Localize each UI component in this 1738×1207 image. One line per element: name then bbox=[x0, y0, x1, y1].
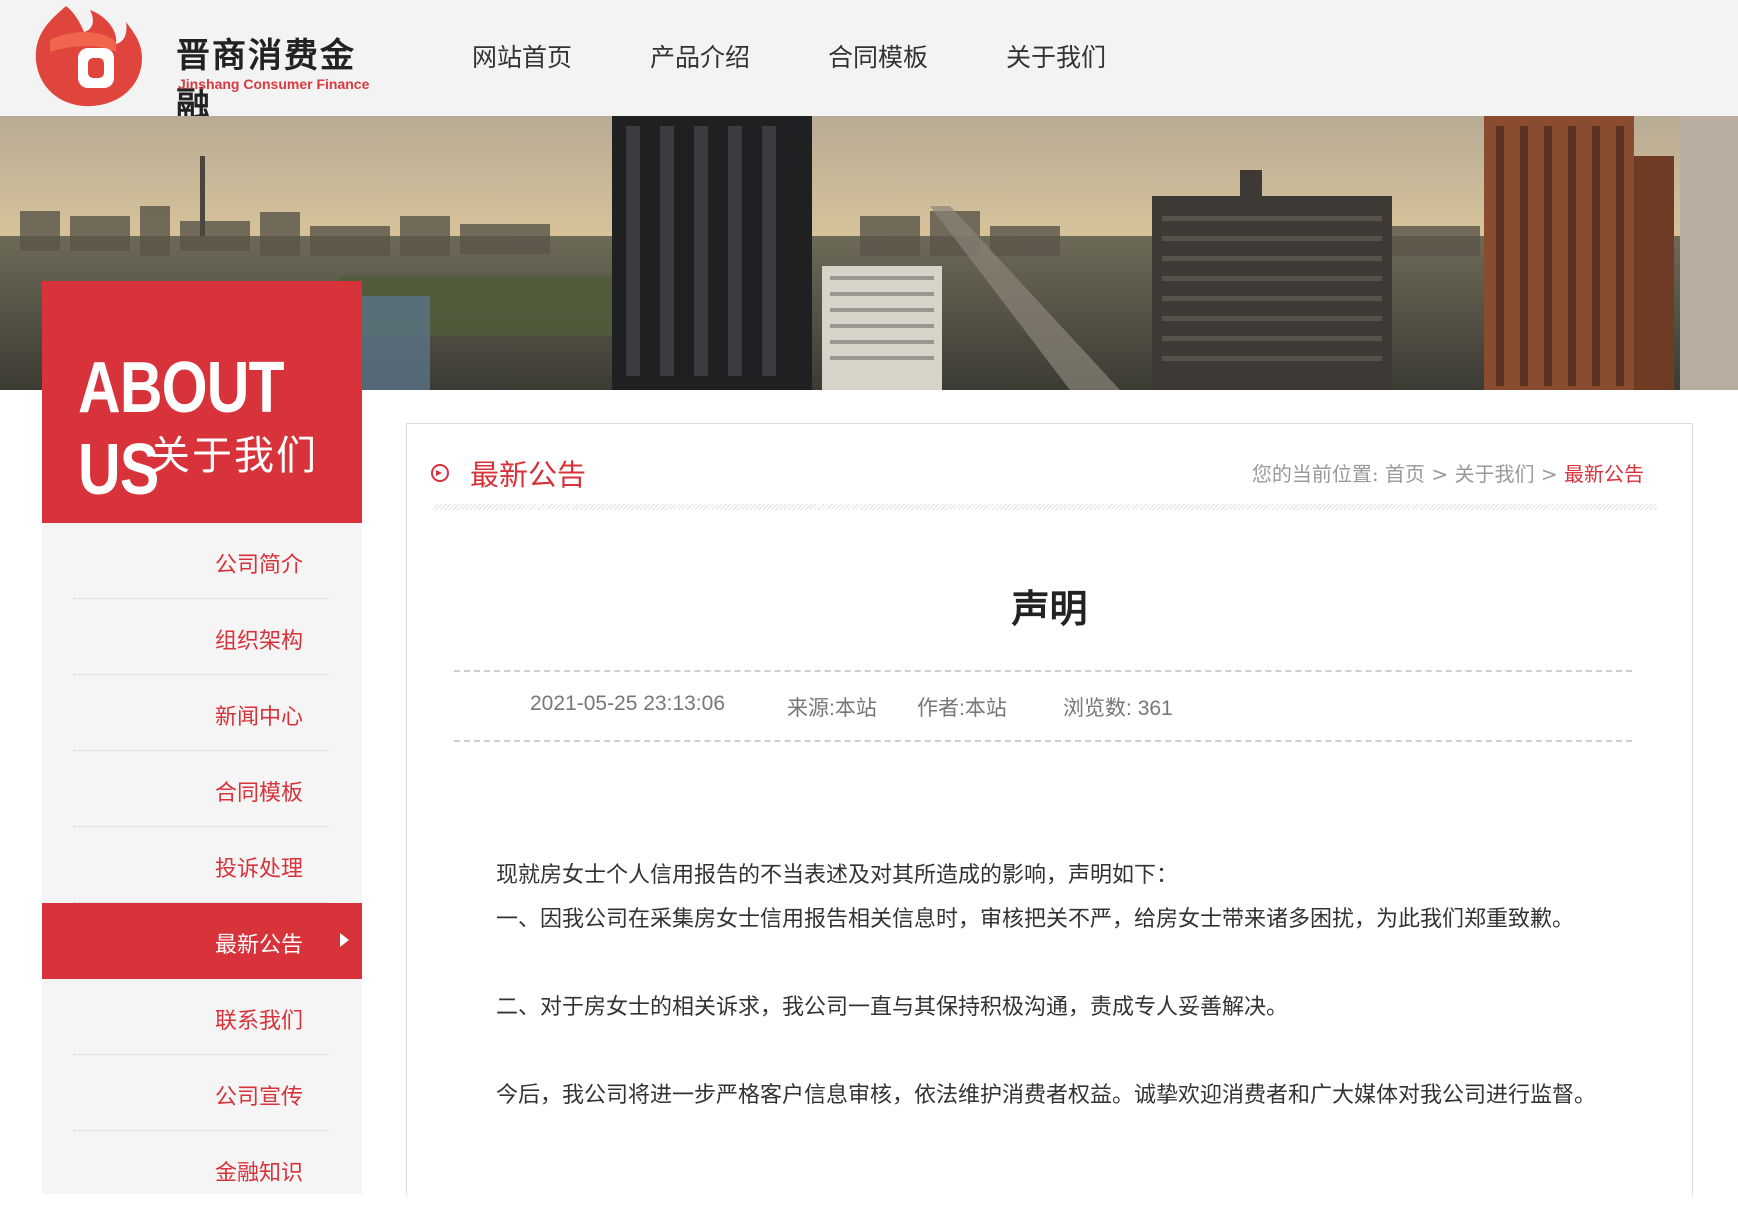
sidebar-item-label: 联系我们 bbox=[215, 1009, 304, 1034]
sidebar-item-label: 最新公告 bbox=[215, 933, 304, 958]
nav-contract-templates[interactable]: 合同模板 bbox=[828, 38, 928, 74]
nav-home[interactable]: 网站首页 bbox=[472, 38, 572, 74]
sidebar-item-contact-us[interactable]: 联系我们 bbox=[42, 979, 362, 1055]
sidebar-item-contract-templates[interactable]: 合同模板 bbox=[42, 751, 362, 827]
logo[interactable]: 晋商消费金融 Jinshang Consumer Finance bbox=[30, 0, 370, 125]
views-count: 361 bbox=[1137, 697, 1173, 720]
article-paragraph: 现就房女士个人信用报告的不当表述及对其所造成的影响，声明如下： bbox=[496, 863, 1179, 888]
sidebar-item-label: 新闻中心 bbox=[215, 705, 304, 730]
brand-name-en: Jinshang Consumer Finance bbox=[178, 76, 370, 92]
caret-right-icon bbox=[340, 933, 349, 947]
about-us-title-cn: 关于我们 bbox=[150, 433, 318, 479]
divider bbox=[454, 670, 1632, 672]
article-author: 作者:本站 bbox=[917, 697, 1007, 720]
sidebar-item-label: 组织架构 bbox=[215, 629, 304, 654]
sidebar-item-label: 公司简介 bbox=[215, 553, 304, 578]
article-paragraph: 二、对于房女士的相关诉求，我公司一直与其保持积极沟通，责成专人妥善解决。 bbox=[496, 995, 1289, 1020]
nav-products[interactable]: 产品介绍 bbox=[650, 38, 750, 74]
about-us-hero: ABOUT US 关于我们 bbox=[42, 281, 362, 523]
sidebar-item-latest-notices[interactable]: 最新公告 bbox=[42, 903, 362, 979]
breadcrumb-separator: > bbox=[1540, 462, 1558, 486]
divider bbox=[454, 740, 1632, 742]
sidebar-item-organization[interactable]: 组织架构 bbox=[42, 599, 362, 675]
article-views: 浏览数: 361 bbox=[1063, 692, 1173, 722]
article-title: 声明 bbox=[1011, 587, 1088, 631]
breadcrumb-separator: > bbox=[1431, 462, 1449, 486]
flame-logo-icon bbox=[35, 6, 142, 107]
article-paragraph: 一、因我公司在采集房女士信用报告相关信息时，审核把关不严，给房女士带来诸多困扰，… bbox=[496, 907, 1575, 932]
sidebar-item-label: 金融知识 bbox=[215, 1161, 304, 1186]
article-paragraph: 今后，我公司将进一步严格客户信息审核，依法维护消费者权益。诚挚欢迎消费者和广大媒… bbox=[496, 1083, 1597, 1108]
sidebar-item-label: 投诉处理 bbox=[215, 857, 304, 882]
breadcrumb-about-us[interactable]: 关于我们 bbox=[1455, 462, 1535, 486]
sidebar-item-financial-knowledge[interactable]: 金融知识 bbox=[42, 1131, 362, 1207]
circle-arrow-icon bbox=[431, 464, 449, 482]
site-header: 晋商消费金融 Jinshang Consumer Finance 网站首页 产品… bbox=[0, 0, 1738, 125]
section-title: 最新公告 bbox=[470, 458, 587, 492]
sidebar-item-company-intro[interactable]: 公司简介 bbox=[42, 523, 362, 599]
sidebar-item-label: 公司宣传 bbox=[215, 1085, 304, 1110]
sidebar-item-news-center[interactable]: 新闻中心 bbox=[42, 675, 362, 751]
breadcrumb-prefix: 您的当前位置: bbox=[1251, 462, 1379, 486]
nav-about-us[interactable]: 关于我们 bbox=[1006, 38, 1106, 74]
article-date: 2021-05-25 23:13:06 bbox=[530, 692, 725, 715]
breadcrumb-current[interactable]: 最新公告 bbox=[1564, 462, 1644, 486]
sidebar-menu: 公司简介 组织架构 新闻中心 合同模板 投诉处理 最新公告 联系我们 公司宣传 … bbox=[42, 523, 362, 1194]
main-content: 最新公告 您的当前位置: 首页 > 关于我们 > 最新公告 声明 2021-05… bbox=[406, 423, 1693, 1195]
sidebar-item-complaints[interactable]: 投诉处理 bbox=[42, 827, 362, 903]
sidebar-item-company-promotion[interactable]: 公司宣传 bbox=[42, 1055, 362, 1131]
breadcrumb-home[interactable]: 首页 bbox=[1385, 462, 1425, 486]
article-source: 来源:本站 bbox=[787, 697, 877, 720]
breadcrumb: 您的当前位置: 首页 > 关于我们 > 最新公告 bbox=[1252, 458, 1644, 487]
sidebar-item-label: 合同模板 bbox=[215, 781, 304, 806]
divider bbox=[433, 504, 1657, 510]
views-label: 浏览数: bbox=[1063, 697, 1132, 720]
